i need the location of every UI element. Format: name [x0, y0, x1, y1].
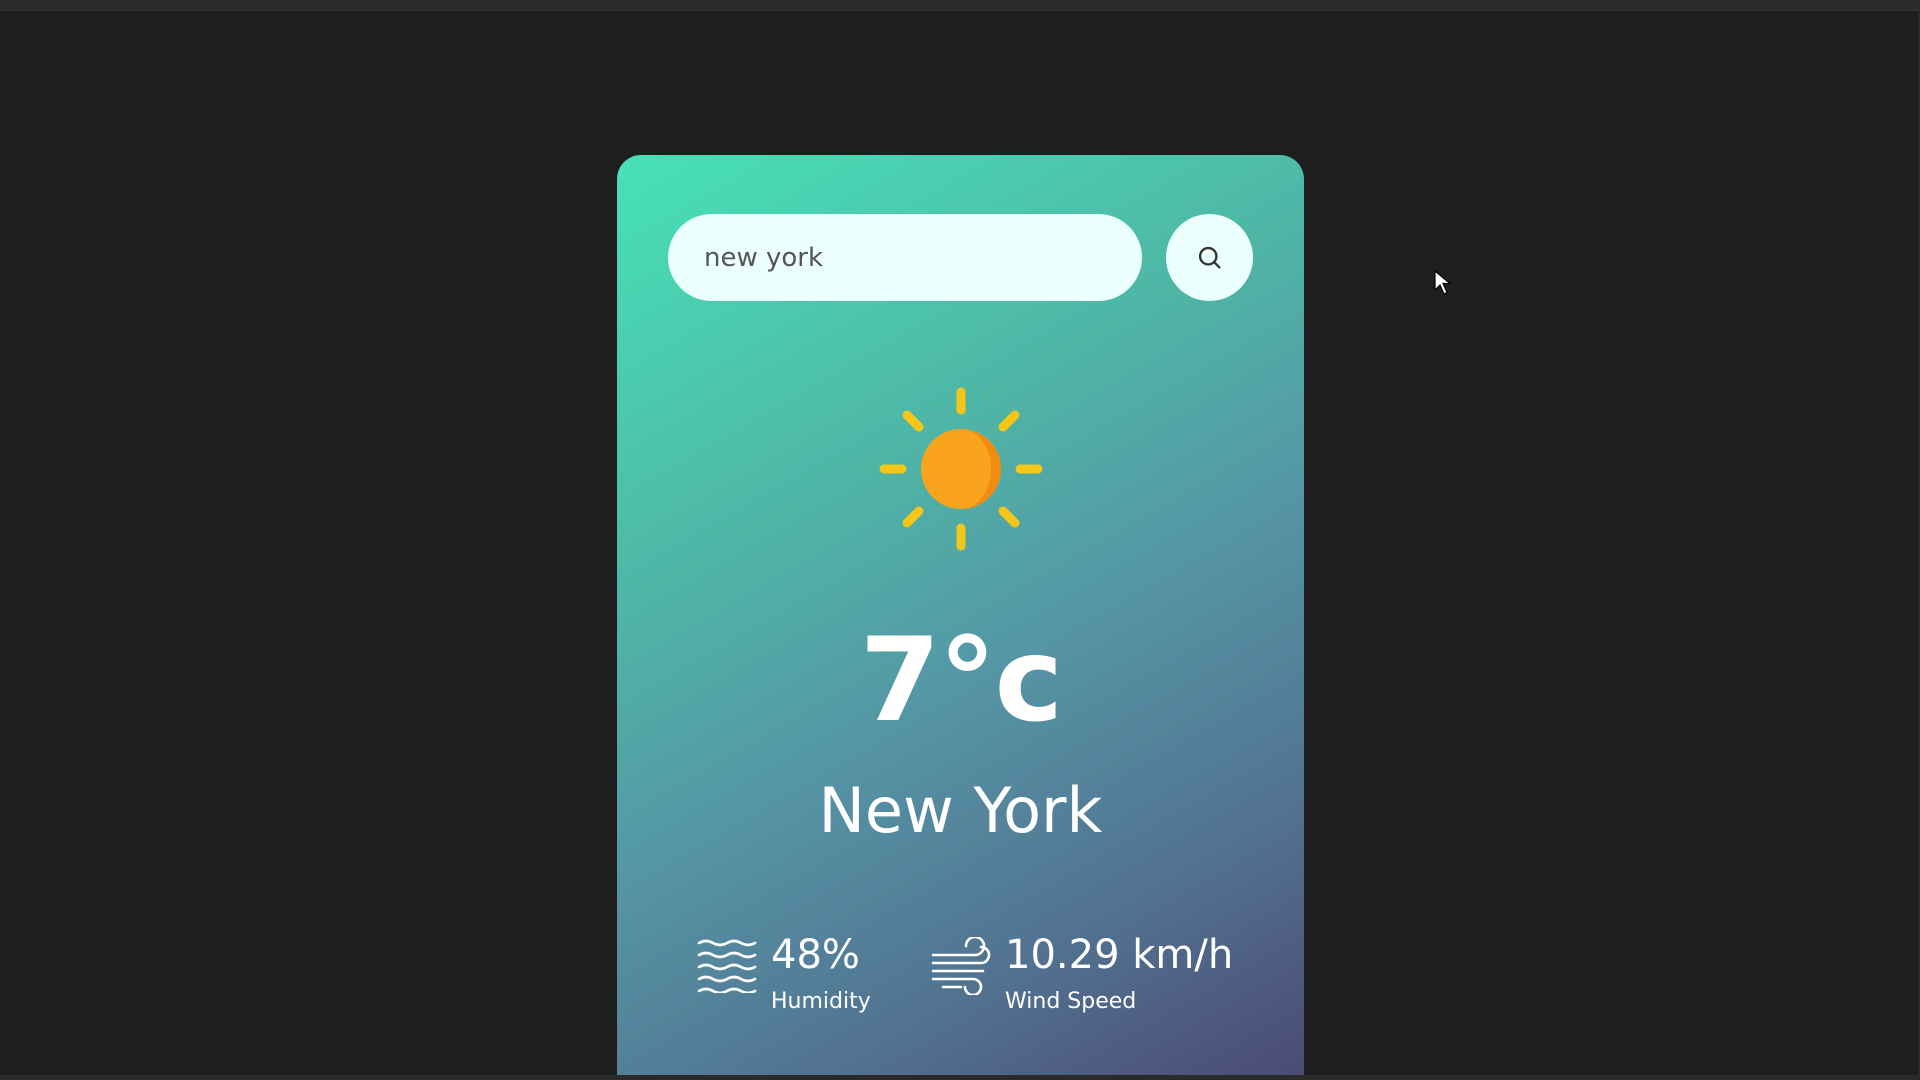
city-name: New York	[818, 774, 1103, 847]
search-icon	[1198, 246, 1220, 268]
weather-card: 7°c New York 48% Humidity	[617, 155, 1304, 1080]
window-bottom-bar	[0, 1075, 1920, 1080]
humidity-icon	[697, 939, 757, 993]
weather-details: 48% Humidity 10.29 km/h Wind Speed	[617, 931, 1304, 1041]
humidity-label: Humidity	[771, 989, 871, 1014]
weather-icon	[878, 386, 1044, 552]
mouse-cursor-icon	[1434, 270, 1452, 295]
wind-value: 10.29 km/h	[1005, 932, 1234, 978]
search-bar	[668, 214, 1254, 301]
window-top-bar	[0, 0, 1920, 11]
temperature: 7°c	[859, 613, 1063, 748]
humidity-value: 48%	[771, 932, 860, 978]
sun-icon	[879, 387, 1043, 551]
search-button[interactable]	[1166, 214, 1253, 301]
city-search-input[interactable]	[668, 214, 1142, 301]
wind-label: Wind Speed	[1005, 989, 1137, 1014]
wind-icon	[931, 937, 991, 995]
